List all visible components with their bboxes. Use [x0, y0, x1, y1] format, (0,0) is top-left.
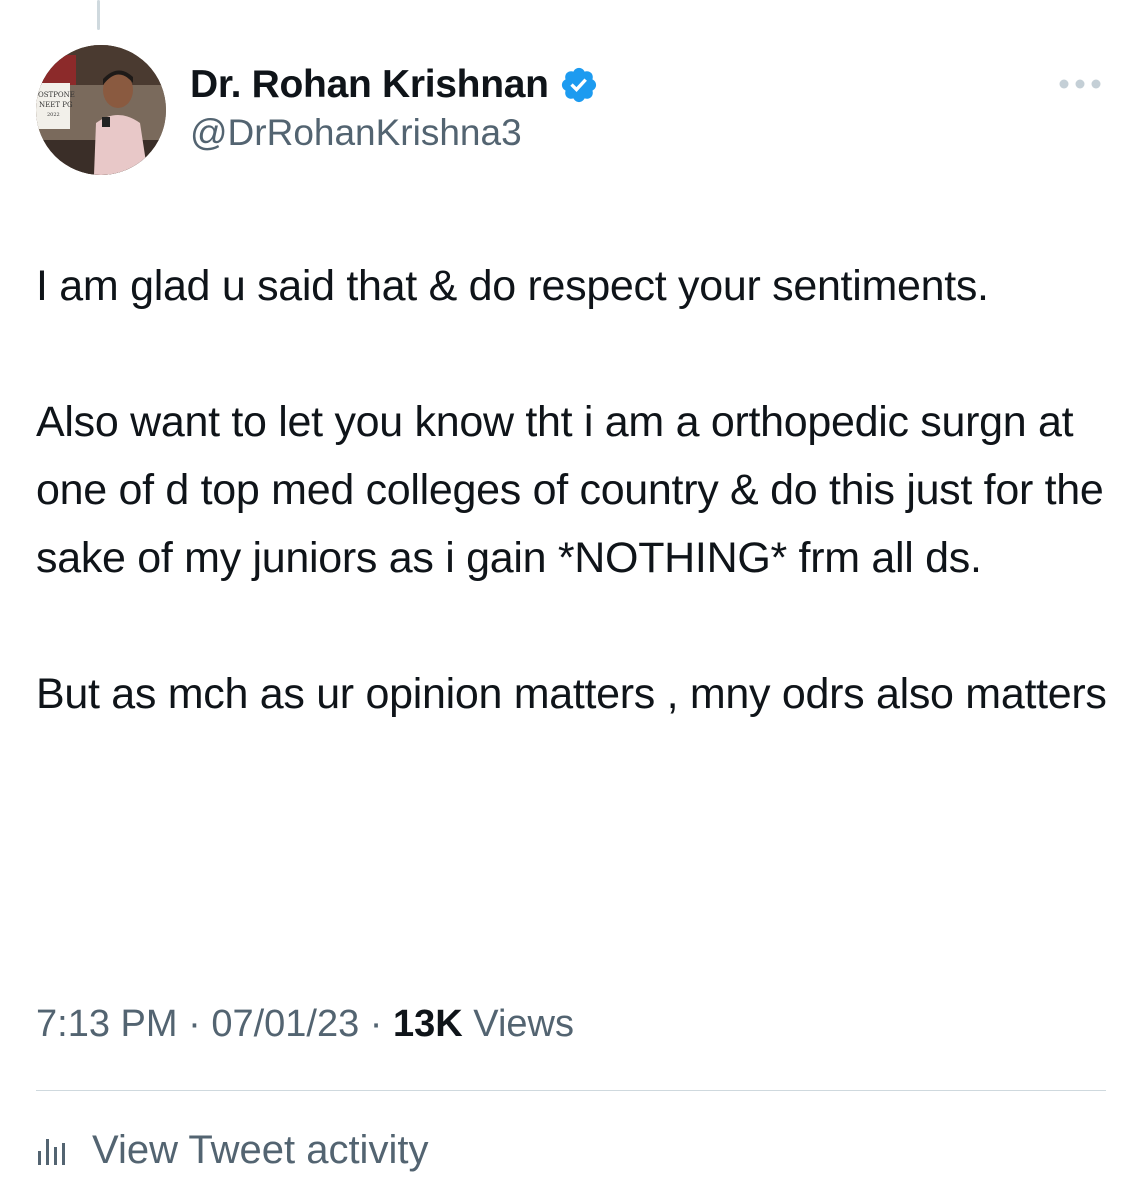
- avatar[interactable]: OSTPONE NEET PG 2022: [36, 45, 166, 175]
- tweet-paragraph: I am glad u said that & do respect your …: [36, 262, 989, 310]
- views-count: 13K: [393, 1003, 463, 1045]
- views-label: Views: [473, 1003, 574, 1045]
- meta-separator: ·: [359, 1003, 394, 1045]
- view-tweet-activity-label: View Tweet activity: [92, 1127, 429, 1172]
- tweet-paragraph: But as mch as ur opinion matters , mny o…: [36, 670, 1107, 718]
- thread-connector-line: [97, 0, 100, 30]
- avatar-sign-line-1: OSTPONE: [38, 91, 75, 99]
- more-options-icon[interactable]: [1056, 70, 1104, 98]
- tweet-date[interactable]: 07/01/23: [211, 1003, 359, 1045]
- avatar-sign-line-3: 2022: [47, 112, 60, 118]
- tweet-metadata: 7:13 PM · 07/01/23 · 13K Views: [36, 1003, 574, 1046]
- tweet-time[interactable]: 7:13 PM: [36, 1003, 178, 1045]
- meta-separator: ·: [177, 1003, 212, 1045]
- divider: [36, 1090, 1106, 1091]
- tweet-text: I am glad u said that & do respect your …: [36, 252, 1111, 728]
- avatar-sign-line-2: NEET PG: [39, 101, 73, 109]
- tweet-paragraph: Also want to let you know tht i am a ort…: [36, 398, 1104, 582]
- bar-chart-icon: [38, 1139, 65, 1165]
- author-name-row: Dr. Rohan Krishnan: [190, 62, 599, 108]
- avatar-photo: OSTPONE NEET PG 2022: [36, 45, 166, 175]
- author-display-name[interactable]: Dr. Rohan Krishnan: [190, 63, 549, 107]
- verified-badge-icon: [561, 67, 596, 103]
- view-tweet-activity-button[interactable]: View Tweet activity: [36, 1122, 428, 1178]
- author-handle[interactable]: @DrRohanKrishna3: [190, 112, 522, 154]
